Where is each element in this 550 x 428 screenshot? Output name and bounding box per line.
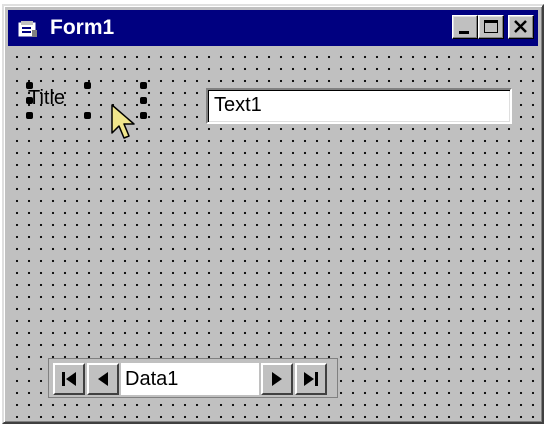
minimize-button[interactable] [452, 15, 478, 39]
minimize-icon [459, 31, 469, 34]
previous-record-button[interactable] [87, 363, 119, 395]
resize-handle-bottom-middle[interactable] [84, 112, 91, 119]
form-window: Form1 Title Text1 Data1 [2, 4, 544, 424]
first-record-button[interactable] [53, 363, 85, 395]
next-record-button[interactable] [261, 363, 293, 395]
next-record-icon [272, 372, 282, 386]
resize-handle-top-left[interactable] [26, 82, 33, 89]
data1-caption: Data1 [121, 363, 259, 395]
data1-control[interactable]: Data1 [48, 358, 338, 398]
resize-handle-bottom-left[interactable] [26, 112, 33, 119]
resize-handle-bottom-right[interactable] [140, 112, 147, 119]
resize-handle-top-right[interactable] [140, 82, 147, 89]
title-bar[interactable]: Form1 [8, 10, 538, 46]
first-record-icon [62, 372, 76, 386]
last-record-icon [304, 372, 318, 386]
maximize-button[interactable] [478, 15, 504, 39]
resize-handle-middle-right[interactable] [140, 97, 147, 104]
close-icon [514, 20, 527, 33]
text1-textbox[interactable]: Text1 [206, 88, 512, 124]
close-button[interactable] [508, 15, 534, 39]
resize-handle-middle-left[interactable] [26, 97, 33, 104]
last-record-button[interactable] [295, 363, 327, 395]
maximize-icon [484, 20, 498, 33]
window-title: Form1 [50, 16, 115, 39]
form-icon[interactable] [18, 20, 38, 38]
form-design-surface[interactable]: Title Text1 Data1 [8, 48, 538, 418]
previous-record-icon [98, 372, 108, 386]
resize-handle-top-middle[interactable] [84, 82, 91, 89]
arrow-pointer-icon [111, 104, 135, 139]
